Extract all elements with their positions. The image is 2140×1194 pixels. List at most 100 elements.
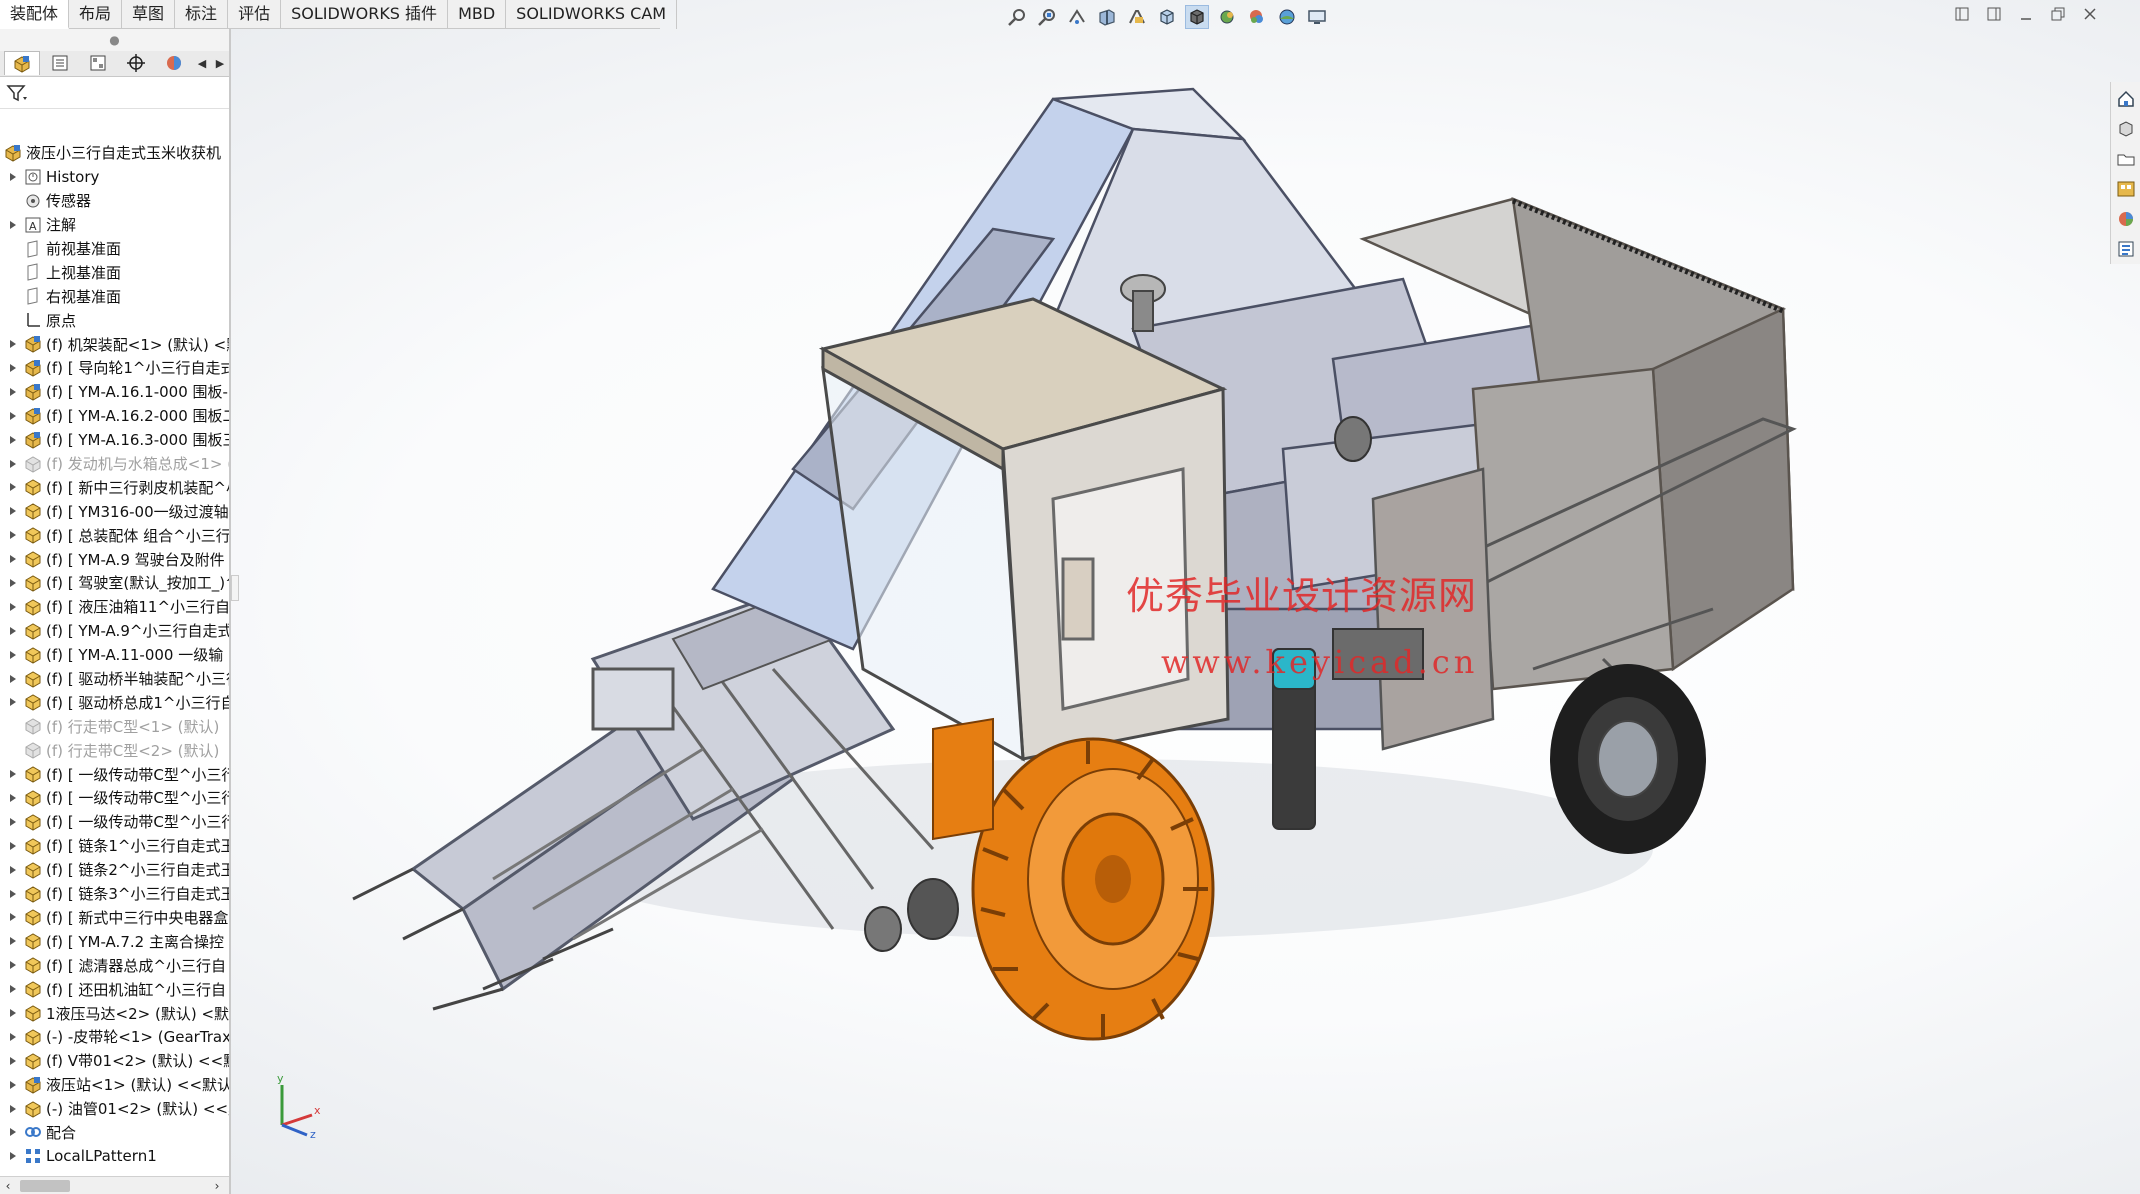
- solidworks-resources-icon[interactable]: [2114, 86, 2138, 112]
- tree-item[interactable]: (f) [ YM-A.16.3-000 围板三: [0, 428, 229, 452]
- feature-tree-tab-icon[interactable]: [4, 51, 40, 75]
- tree-item[interactable]: (f) [ 还田机油缸^小三行自: [0, 977, 229, 1001]
- display-style-icon[interactable]: [1185, 5, 1209, 29]
- tree-item[interactable]: (f) [ 导向轮1^小三行自走式: [0, 356, 229, 380]
- tree-item[interactable]: (f) [ 一级传动带C型^小三行: [0, 762, 229, 786]
- tab-assembly[interactable]: 装配体: [0, 0, 70, 29]
- expand-arrow-icon[interactable]: [6, 1078, 20, 1092]
- tree-item[interactable]: 上视基准面: [0, 260, 229, 284]
- tree-item[interactable]: (f) 行走带C型<1> (默认): [0, 714, 229, 738]
- expand-arrow-icon[interactable]: [6, 839, 20, 853]
- display-manager-tab-icon[interactable]: [156, 51, 192, 75]
- tree-item[interactable]: (f) [ YM316-00一级过渡轴: [0, 499, 229, 523]
- tree-item[interactable]: (f) [ 新中三行剥皮机装配^小: [0, 475, 229, 499]
- tree-item[interactable]: (f) [ 链条2^小三行自走式玉: [0, 858, 229, 882]
- restore-icon[interactable]: [2048, 4, 2068, 24]
- view-palette-icon[interactable]: [2114, 176, 2138, 202]
- tab-evaluate[interactable]: 评估: [228, 0, 282, 29]
- tile-right-icon[interactable]: [1984, 4, 2004, 24]
- scroll-right-icon[interactable]: ›: [209, 1177, 225, 1194]
- tabs-scroll-left-icon[interactable]: ◀: [194, 51, 210, 75]
- tree-item[interactable]: 右视基准面: [0, 284, 229, 308]
- tree-item[interactable]: (f) [ 驾驶室(默认_按加工_)^: [0, 571, 229, 595]
- scroll-thumb[interactable]: [20, 1180, 70, 1192]
- tree-item[interactable]: 原点: [0, 308, 229, 332]
- expand-arrow-icon[interactable]: [6, 934, 20, 948]
- hide-show-icon[interactable]: [1215, 5, 1239, 29]
- expand-arrow-icon[interactable]: [6, 218, 20, 232]
- expand-arrow-icon[interactable]: [6, 672, 20, 686]
- tab-mbd[interactable]: MBD: [448, 0, 507, 29]
- minimize-icon[interactable]: [2016, 4, 2036, 24]
- expand-arrow-icon[interactable]: [6, 600, 20, 614]
- expand-arrow-icon[interactable]: [6, 1125, 20, 1139]
- expand-arrow-icon[interactable]: [6, 624, 20, 638]
- tab-sketch[interactable]: 草图: [122, 0, 176, 29]
- tree-item[interactable]: LocalLPattern1: [0, 1144, 229, 1168]
- expand-arrow-icon[interactable]: [6, 1006, 20, 1020]
- tree-item[interactable]: (f) 行走带C型<2> (默认): [0, 738, 229, 762]
- expand-arrow-icon[interactable]: [6, 958, 20, 972]
- expand-arrow-icon[interactable]: [6, 433, 20, 447]
- expand-arrow-icon[interactable]: [6, 863, 20, 877]
- tree-item[interactable]: 液压站<1> (默认) <<默认: [0, 1073, 229, 1097]
- design-library-icon[interactable]: [2114, 116, 2138, 142]
- expand-arrow-icon[interactable]: [6, 552, 20, 566]
- expand-arrow-icon[interactable]: [6, 576, 20, 590]
- view-settings-icon[interactable]: [1305, 5, 1329, 29]
- view-orientation-icon[interactable]: [1155, 5, 1179, 29]
- file-explorer-icon[interactable]: [2114, 146, 2138, 172]
- expand-arrow-icon[interactable]: [6, 767, 20, 781]
- section-view-icon[interactable]: [1095, 5, 1119, 29]
- tree-item[interactable]: (f) [ 驱动桥总成1^小三行自: [0, 690, 229, 714]
- tree-item[interactable]: 传感器: [0, 189, 229, 213]
- tree-item[interactable]: (f) [ YM-A.7.2 主离合操控: [0, 929, 229, 953]
- appearances-icon[interactable]: [2114, 206, 2138, 232]
- configuration-manager-tab-icon[interactable]: [80, 51, 116, 75]
- expand-arrow-icon[interactable]: [6, 337, 20, 351]
- zoom-area-icon[interactable]: [1035, 5, 1059, 29]
- tree-item[interactable]: (f) [ YM-A.9 驾驶台及附件: [0, 547, 229, 571]
- tree-root-assembly[interactable]: 液压小三行自走式玉米收获机（: [0, 141, 229, 165]
- expand-arrow-icon[interactable]: [6, 1030, 20, 1044]
- expand-arrow-icon[interactable]: [6, 361, 20, 375]
- custom-properties-icon[interactable]: [2114, 236, 2138, 262]
- tree-item[interactable]: 配合: [0, 1121, 229, 1145]
- expand-arrow-icon[interactable]: [6, 695, 20, 709]
- previous-view-icon[interactable]: [1065, 5, 1089, 29]
- tab-cam[interactable]: SOLIDWORKS CAM: [506, 0, 678, 29]
- tree-item[interactable]: 1液压马达<2> (默认) <默认: [0, 1001, 229, 1025]
- scroll-left-icon[interactable]: ‹: [0, 1177, 16, 1194]
- tree-item[interactable]: (-) -皮带轮<1> (GearTrax): [0, 1025, 229, 1049]
- dimxpert-tab-icon[interactable]: [118, 51, 154, 75]
- apply-scene-icon[interactable]: [1275, 5, 1299, 29]
- tree-filter[interactable]: [0, 77, 229, 109]
- filter-icon[interactable]: [6, 83, 28, 103]
- tree-horizontal-scrollbar[interactable]: ‹ ›: [0, 1176, 229, 1194]
- expand-arrow-icon[interactable]: [6, 385, 20, 399]
- property-manager-tab-icon[interactable]: [42, 51, 78, 75]
- expand-arrow-icon[interactable]: [6, 1149, 20, 1163]
- expand-arrow-icon[interactable]: [6, 170, 20, 184]
- tree-item[interactable]: (f) [ 总装配体 组合^小三行: [0, 523, 229, 547]
- expand-arrow-icon[interactable]: [6, 910, 20, 924]
- tree-item[interactable]: 前视基准面: [0, 237, 229, 261]
- tree-item[interactable]: (f) [ 链条3^小三行自走式玉: [0, 882, 229, 906]
- tree-item[interactable]: (f) [ 一级传动带C型^小三行: [0, 786, 229, 810]
- zoom-to-fit-icon[interactable]: [1005, 5, 1029, 29]
- expand-arrow-icon[interactable]: [6, 1102, 20, 1116]
- tab-addins[interactable]: SOLIDWORKS 插件: [281, 0, 449, 29]
- close-icon[interactable]: [2080, 4, 2100, 24]
- expand-arrow-icon[interactable]: [6, 457, 20, 471]
- tree-item[interactable]: (f) [ 驱动桥半轴装配^小三行: [0, 667, 229, 691]
- expand-arrow-icon[interactable]: [6, 1054, 20, 1068]
- expand-arrow-icon[interactable]: [6, 409, 20, 423]
- expand-arrow-icon[interactable]: [6, 648, 20, 662]
- pane-grip[interactable]: ●: [0, 29, 229, 51]
- tree-item[interactable]: (f) [ 链条1^小三行自走式玉: [0, 834, 229, 858]
- tree-item[interactable]: (f) [ 一级传动带C型^小三行: [0, 810, 229, 834]
- dynamic-annotation-icon[interactable]: [1125, 5, 1149, 29]
- expand-arrow-icon[interactable]: [6, 480, 20, 494]
- edit-appearance-icon[interactable]: [1245, 5, 1269, 29]
- tree-item[interactable]: History: [0, 165, 229, 189]
